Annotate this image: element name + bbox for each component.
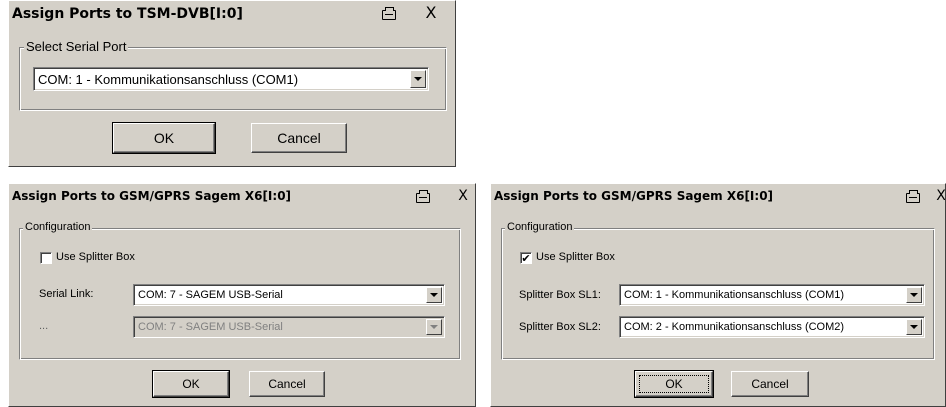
ok-label: OK <box>153 130 175 146</box>
print-button[interactable] <box>379 7 399 23</box>
splitter-sl2-dropdown[interactable]: COM: 2 - Kommunikationsanschluss (COM2) <box>619 316 925 338</box>
printer-icon <box>382 7 396 20</box>
cancel-button[interactable]: Cancel <box>251 123 347 153</box>
dropdown-button <box>426 319 442 335</box>
cancel-label: Cancel <box>277 130 321 146</box>
group-label: Configuration <box>23 221 93 233</box>
dropdown-button[interactable] <box>906 287 922 303</box>
checkmark-icon: ✔ <box>521 251 531 265</box>
serial-link-dropdown[interactable]: COM: 7 - SAGEM USB-Serial <box>133 284 445 306</box>
dialog-assign-ports-gsm-gprs-sagem: Assign Ports to GSM/GPRS Sagem X6[I:0] X… <box>8 183 476 407</box>
close-icon: X <box>936 188 946 204</box>
splitter-sl2-value: COM: 2 - Kommunikationsanschluss (COM2) <box>624 321 845 333</box>
splitter-sl1-dropdown[interactable]: COM: 1 - Kommunikationsanschluss (COM1) <box>619 284 925 306</box>
close-button[interactable]: X <box>931 188 946 204</box>
print-button[interactable] <box>413 190 433 206</box>
title-bar: Assign Ports to GSM/GPRS Sagem X6[I:0] X <box>9 184 475 211</box>
dropdown-button[interactable] <box>906 319 922 335</box>
splitter-sl1-label: Splitter Box SL1: <box>519 289 601 301</box>
group-label: Configuration <box>505 221 575 233</box>
serial-link-value: COM: 7 - SAGEM USB-Serial <box>138 289 283 301</box>
ok-button[interactable]: OK <box>112 122 216 154</box>
chevron-down-icon <box>430 325 438 329</box>
second-port-label: ... <box>39 320 49 332</box>
dialog-assign-ports-gsm-gprs-sagem-splitter: Assign Ports to GSM/GPRS Sagem X6[I:0] X… <box>490 183 946 407</box>
second-port-dropdown: COM: 7 - SAGEM USB-Serial <box>133 316 445 338</box>
print-button[interactable] <box>903 190 923 206</box>
chevron-down-icon <box>430 293 438 297</box>
close-button[interactable]: X <box>453 188 473 204</box>
use-splitter-box-label: Use Splitter Box <box>536 251 615 263</box>
ok-button[interactable]: OK <box>634 370 714 398</box>
chevron-down-icon <box>910 325 918 329</box>
close-icon: X <box>425 3 437 22</box>
cancel-label: Cancel <box>268 377 306 391</box>
dialog-assign-ports-tsm-dvb: Assign Ports to TSM-DVB[I:0] X Select Se… <box>8 0 456 167</box>
serial-port-dropdown[interactable]: COM: 1 - Kommunikationsanschluss (COM1) <box>33 67 429 91</box>
dropdown-button[interactable] <box>426 287 442 303</box>
dialog-title: Assign Ports to TSM-DVB[I:0] <box>12 6 243 22</box>
dropdown-button[interactable] <box>410 70 426 88</box>
title-bar: Assign Ports to GSM/GPRS Sagem X6[I:0] X <box>491 184 945 211</box>
dialog-title: Assign Ports to GSM/GPRS Sagem X6[I:0] <box>494 189 774 203</box>
use-splitter-box-label: Use Splitter Box <box>56 251 135 263</box>
close-icon: X <box>458 188 468 204</box>
serial-link-label: Serial Link: <box>39 288 94 300</box>
chevron-down-icon <box>910 293 918 297</box>
close-button[interactable]: X <box>421 5 441 21</box>
cancel-label: Cancel <box>751 377 789 391</box>
second-port-value: COM: 7 - SAGEM USB-Serial <box>138 321 283 333</box>
splitter-sl1-value: COM: 1 - Kommunikationsanschluss (COM1) <box>624 289 845 301</box>
ok-label: OK <box>182 377 200 391</box>
use-splitter-box-checkbox[interactable]: ✔ <box>520 252 532 264</box>
chevron-down-icon <box>414 77 422 81</box>
dialog-title: Assign Ports to GSM/GPRS Sagem X6[I:0] <box>12 189 292 203</box>
cancel-button[interactable]: Cancel <box>731 371 809 397</box>
focus-rect <box>639 375 709 393</box>
group-label: Select Serial Port <box>24 39 129 54</box>
title-bar: Assign Ports to TSM-DVB[I:0] X <box>9 1 455 28</box>
cancel-button[interactable]: Cancel <box>249 371 325 397</box>
use-splitter-box-checkbox[interactable] <box>40 252 52 264</box>
printer-icon <box>416 190 430 203</box>
serial-port-value: COM: 1 - Kommunikationsanschluss (COM1) <box>38 71 299 87</box>
ok-button[interactable]: OK <box>152 370 230 398</box>
printer-icon <box>906 190 920 203</box>
splitter-sl2-label: Splitter Box SL2: <box>519 321 601 333</box>
